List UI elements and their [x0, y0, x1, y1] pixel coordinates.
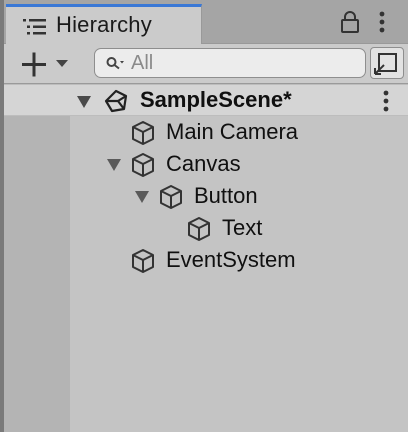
triangle-down-icon[interactable]	[134, 190, 150, 204]
triangle-down-icon[interactable]	[76, 95, 92, 109]
tree-item-label: Button	[194, 183, 258, 208]
tree-gutter	[4, 116, 70, 432]
scene-row[interactable]: SampleScene*	[4, 84, 408, 116]
kebab-menu-icon[interactable]	[378, 10, 386, 34]
gameobject-cube-icon	[188, 217, 210, 241]
tab-hierarchy[interactable]: Hierarchy	[6, 4, 202, 44]
hierarchy-toolbar	[4, 44, 408, 84]
search-input[interactable]	[131, 52, 351, 74]
tab-title: Hierarchy	[56, 12, 152, 37]
scene-search-icon	[374, 53, 397, 75]
hierarchy-window: Hierarchy All SampleScene* Main Camera C…	[0, 0, 408, 432]
gameobject-cube-icon	[132, 249, 154, 273]
scene-name: SampleScene*	[140, 87, 292, 112]
tree-item-label: Text	[222, 215, 263, 240]
create-dropdown-button[interactable]	[12, 48, 76, 80]
triangle-down-icon[interactable]	[106, 158, 122, 172]
plus-icon	[22, 52, 68, 77]
gameobject-cube-icon	[132, 121, 154, 145]
scene-menu-icon[interactable]	[382, 89, 390, 113]
unity-logo-icon	[104, 89, 128, 113]
tree-item-button[interactable]: Button	[70, 180, 408, 212]
hierarchy-tree: SampleScene* Main Camera Canvas Button T…	[4, 84, 408, 432]
tree-item-label: Main Camera	[166, 119, 299, 144]
tree-item-label: Canvas	[166, 151, 241, 176]
tree-item-canvas[interactable]: Canvas	[70, 148, 408, 180]
search-field[interactable]	[94, 48, 366, 78]
tab-bar: Hierarchy	[4, 0, 408, 44]
tree-item-text[interactable]: Text	[70, 212, 408, 244]
tree-item-eventsystem[interactable]: EventSystem	[70, 244, 408, 276]
gameobject-cube-icon	[160, 185, 182, 209]
lock-icon[interactable]	[340, 10, 360, 34]
tree-item-label: EventSystem	[166, 247, 296, 272]
tree-item-main-camera[interactable]: Main Camera	[70, 116, 408, 148]
hierarchy-list-icon	[23, 19, 46, 35]
scene-search-button[interactable]	[370, 47, 404, 79]
search-icon	[106, 57, 124, 70]
gameobject-cube-icon	[132, 153, 154, 177]
